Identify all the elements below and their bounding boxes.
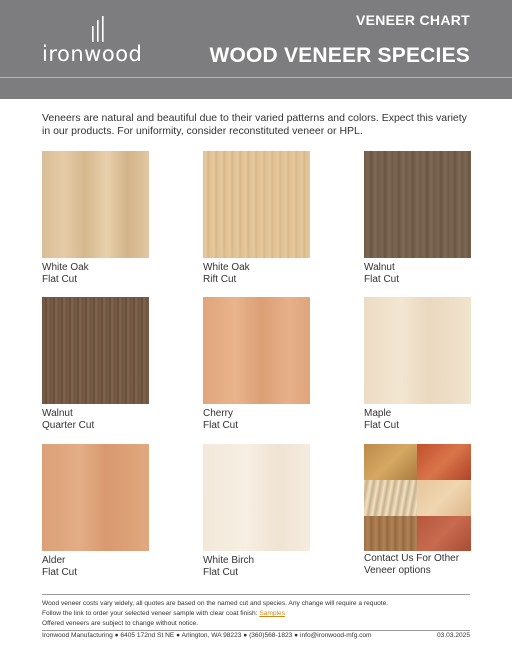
swatch-label-walnut-flat-cut: Walnut Flat Cut bbox=[364, 262, 484, 285]
samples-note: Follow the link to order your selected v… bbox=[42, 609, 285, 618]
swatch-species: White Birch bbox=[203, 555, 255, 566]
samples-link[interactable]: Samples bbox=[259, 610, 285, 617]
swatch-species: White Oak bbox=[203, 262, 250, 273]
swatch-other-veneers-collage bbox=[364, 444, 471, 551]
swatch-species: Walnut bbox=[42, 408, 73, 419]
swatch-alder-flat-cut bbox=[42, 444, 149, 551]
swatch-walnut-flat-cut bbox=[364, 151, 471, 258]
intro-text: Veneers are natural and beautiful due to… bbox=[42, 112, 467, 137]
page-title: WOOD VENEER SPECIES bbox=[209, 44, 470, 67]
collage-tile bbox=[364, 516, 418, 551]
swatch-cut: Flat Cut bbox=[364, 273, 400, 285]
swatch-walnut-quarter-cut bbox=[42, 297, 149, 404]
logo-mark-icon bbox=[92, 16, 104, 42]
header-divider bbox=[0, 77, 512, 78]
header-band: ironwood VENEER CHART WOOD VENEER SPECIE… bbox=[0, 0, 512, 99]
document-date: 03.03.2025 bbox=[436, 632, 470, 639]
swatch-cut: Flat Cut bbox=[42, 566, 78, 578]
swatch-label-white-birch-flat-cut: White Birch Flat Cut bbox=[203, 555, 323, 578]
swatch-label-cherry-flat-cut: Cherry Flat Cut bbox=[203, 408, 323, 431]
logo-text: ironwood bbox=[42, 42, 143, 66]
collage-tile bbox=[417, 444, 471, 480]
swatch-white-oak-rift-cut bbox=[203, 151, 310, 258]
swatch-label-walnut-quarter-cut: Walnut Quarter Cut bbox=[42, 408, 162, 431]
collage-tile bbox=[364, 480, 418, 516]
header-subtitle: VENEER CHART bbox=[355, 12, 470, 28]
collage-tile bbox=[364, 444, 418, 480]
footer-divider bbox=[42, 594, 470, 595]
company-address: Ironwood Manufacturing ● 6405 172nd St N… bbox=[42, 632, 372, 639]
swatch-label-white-oak-rift-cut: White Oak Rift Cut bbox=[203, 262, 323, 285]
swatch-cut: Flat Cut bbox=[203, 419, 239, 431]
swatch-species: Alder bbox=[42, 555, 66, 566]
availability-note: Offered veneers are subject to change wi… bbox=[42, 620, 199, 627]
swatch-cut: Flat Cut bbox=[42, 273, 78, 285]
collage-tile bbox=[417, 516, 471, 551]
contact-line: Contact Us For Other bbox=[364, 553, 460, 564]
contact-line: Veneer options bbox=[364, 564, 431, 576]
swatch-label-contact-us: Contact Us For Other Veneer options bbox=[364, 553, 484, 576]
samples-note-text: Follow the link to order your selected v… bbox=[42, 610, 260, 617]
collage-tile bbox=[417, 480, 471, 516]
swatch-label-white-oak-flat-cut: White Oak Flat Cut bbox=[42, 262, 162, 285]
swatch-white-birch-flat-cut bbox=[203, 444, 310, 551]
swatch-species: Walnut bbox=[364, 262, 395, 273]
swatch-cut: Flat Cut bbox=[203, 566, 239, 578]
swatch-cut: Flat Cut bbox=[364, 419, 400, 431]
swatch-cut: Quarter Cut bbox=[42, 419, 95, 431]
swatch-cherry-flat-cut bbox=[203, 297, 310, 404]
swatch-species: White Oak bbox=[42, 262, 89, 273]
swatch-maple-flat-cut bbox=[364, 297, 471, 404]
swatch-white-oak-flat-cut bbox=[42, 151, 149, 258]
ironwood-logo: ironwood bbox=[42, 16, 152, 68]
swatch-label-alder-flat-cut: Alder Flat Cut bbox=[42, 555, 162, 578]
address-divider bbox=[42, 630, 470, 631]
swatch-label-maple-flat-cut: Maple Flat Cut bbox=[364, 408, 484, 431]
swatch-species: Cherry bbox=[203, 408, 234, 419]
swatch-species: Maple bbox=[364, 408, 392, 419]
swatch-cut: Rift Cut bbox=[203, 273, 237, 285]
pricing-note: Wood veneer costs vary widely, all quote… bbox=[42, 600, 389, 607]
